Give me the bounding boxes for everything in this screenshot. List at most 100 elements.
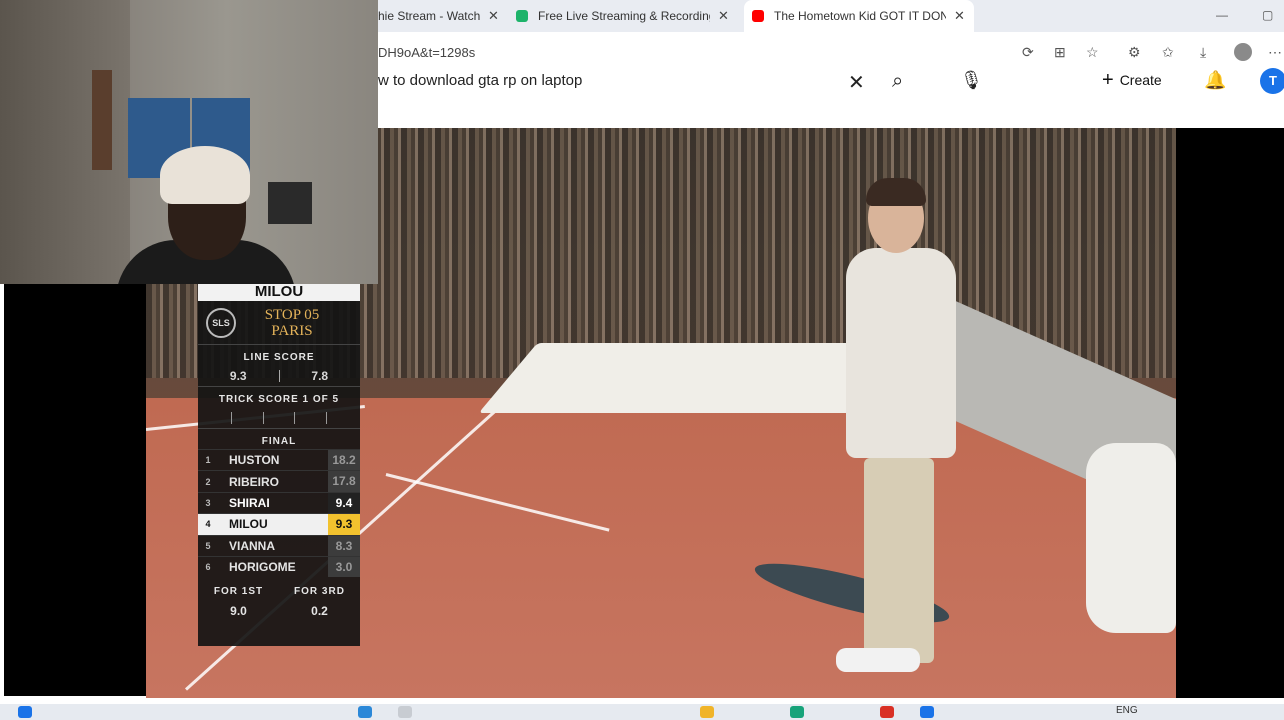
rank-position: 5 (205, 540, 211, 551)
trick-slot (262, 411, 264, 424)
app-icon[interactable] (880, 706, 894, 718)
start-icon[interactable] (18, 706, 32, 718)
rank-score: 17.8 (328, 471, 360, 492)
ranking-row-current: 4 MILOU 9.3 (198, 513, 360, 535)
rank-name: HORIGOME (229, 560, 296, 575)
extensions-icon[interactable]: ⚙ (1128, 44, 1141, 61)
tab-1-label: hie Stream - Watch I (378, 9, 480, 23)
current-skater-name: MILOU (198, 283, 360, 301)
youtube-favicon-icon (752, 10, 764, 22)
video-letterbox-left (4, 284, 146, 696)
wall-frame (92, 70, 112, 170)
app-icon[interactable] (920, 706, 934, 718)
trick-slot (294, 411, 296, 424)
windows-icon[interactable] (358, 706, 372, 718)
rank-score: 9.4 (328, 492, 360, 514)
favorite-star-icon[interactable]: ☆ (1086, 44, 1099, 61)
ranking-row: 3 SHIRAI 9.4 (198, 491, 360, 514)
screen: hie Stream - Watch I ✕ Free Live Streami… (0, 0, 1284, 720)
rank-name: HUSTON (229, 453, 280, 468)
scoreboard-overlay: MILOU SLS STOP 05 PARIS LINE SCORE 9.3 7… (198, 283, 360, 646)
youtube-header: w to download gta rp on laptop ✕ ⌕ 🎙 + C… (378, 66, 1284, 120)
maximize-icon[interactable]: ▢ (1262, 8, 1273, 22)
tab-3-active[interactable]: The Hometown Kid GOT IT DONE ✕ (744, 0, 974, 32)
url-text[interactable]: DH9oA&t=1298s (378, 45, 475, 60)
trick-score-slots (198, 407, 360, 429)
for-1st-label: FOR 1ST (213, 585, 264, 597)
stop-banner: SLS STOP 05 PARIS (198, 301, 360, 345)
final-label: FINAL (261, 436, 297, 447)
ranking-row: 1 HUSTON 18.2 (198, 449, 360, 471)
sls-logo: SLS (206, 307, 236, 338)
account-avatar[interactable]: T (1260, 68, 1284, 94)
line-score-label: LINE SCORE (243, 352, 315, 363)
rank-name: MILOU (229, 517, 268, 532)
webcam-overlay (0, 0, 378, 284)
search-icon[interactable]: ⌕ (892, 70, 903, 93)
rank-name: RIBEIRO (229, 474, 280, 489)
for-1st-value: 9.0 (230, 604, 247, 619)
search-taskbar-icon[interactable] (398, 706, 412, 718)
tab-1[interactable]: hie Stream - Watch I ✕ (378, 0, 508, 32)
line-score-2: 7.8 (311, 368, 329, 383)
files-icon[interactable] (700, 706, 714, 718)
minimize-icon[interactable]: — (1216, 8, 1228, 22)
video-letterbox-right (1176, 128, 1284, 698)
close-icon[interactable]: ✕ (718, 8, 729, 24)
trick-slot (325, 411, 327, 424)
rank-position: 4 (205, 519, 211, 530)
skater-legs (864, 458, 934, 663)
favorites-icon[interactable]: ✩ (1162, 44, 1174, 61)
for-values: 9.0 0.2 (198, 600, 360, 622)
for-3rd-label: FOR 3RD (294, 585, 345, 597)
rank-score: 3.0 (328, 556, 360, 578)
microphone-icon[interactable]: 🎙 (960, 70, 983, 91)
rank-score: 18.2 (328, 450, 360, 471)
rank-score: 8.3 (328, 535, 360, 556)
stop-city: PARIS (271, 322, 313, 339)
windows-taskbar: ENG (0, 704, 1284, 720)
rank-position: 6 (205, 562, 211, 573)
edge-icon[interactable] (790, 706, 804, 718)
wall-frame (268, 182, 312, 224)
trick-slot (231, 411, 233, 424)
ranking-row: 5 VIANNA 8.3 (198, 534, 360, 556)
skater-shoe (836, 648, 920, 672)
downloads-icon[interactable]: ⤓ (1200, 44, 1206, 61)
line-scores: 9.3 7.8 (198, 365, 360, 387)
more-menu-icon[interactable]: ⋯ (1268, 44, 1282, 61)
white-cloth (1086, 443, 1176, 633)
line-score-1: 9.3 (229, 368, 247, 383)
skater-body (846, 248, 956, 458)
notifications-bell-icon[interactable]: 🔔 (1204, 70, 1226, 91)
stop-text: STOP 05 PARIS (252, 307, 332, 339)
stop-number: STOP 05 (264, 306, 320, 323)
rank-score: 9.3 (328, 514, 360, 535)
create-button[interactable]: + Create (1102, 70, 1162, 90)
search-input[interactable]: w to download gta rp on laptop (378, 72, 582, 89)
skater-hair (866, 178, 926, 206)
person-beanie (160, 146, 250, 204)
create-label: Create (1119, 72, 1162, 88)
profile-avatar[interactable] (1234, 43, 1252, 61)
ranking-row: 2 RIBEIRO 17.8 (198, 470, 360, 492)
for-labels: FOR 1ST FOR 3RD (198, 582, 360, 600)
tab-3-label: The Hometown Kid GOT IT DONE (774, 9, 946, 23)
copilot-icon[interactable]: ⟳ (1022, 44, 1034, 61)
tab-2[interactable]: Free Live Streaming & Recording ✕ (516, 0, 742, 32)
apps-icon[interactable]: ⊞ (1054, 44, 1066, 61)
trick-score-label: TRICK SCORE 1 OF 5 (218, 394, 340, 405)
close-icon[interactable]: ✕ (954, 8, 965, 24)
rank-position: 2 (205, 476, 211, 487)
streaming-favicon-icon (516, 10, 528, 22)
mouse-cursor-icon (490, 86, 495, 100)
for-3rd-value: 0.2 (311, 604, 328, 619)
rank-position: 3 (205, 497, 211, 508)
plus-icon: + (1102, 69, 1114, 91)
language-indicator[interactable]: ENG (1116, 705, 1138, 716)
ranking-row: 6 HORIGOME 3.0 (198, 555, 360, 578)
clear-search-icon[interactable]: ✕ (848, 70, 865, 95)
close-icon[interactable]: ✕ (488, 8, 499, 24)
browser-tab-bar: hie Stream - Watch I ✕ Free Live Streami… (378, 0, 1284, 32)
rank-name: SHIRAI (229, 495, 270, 510)
